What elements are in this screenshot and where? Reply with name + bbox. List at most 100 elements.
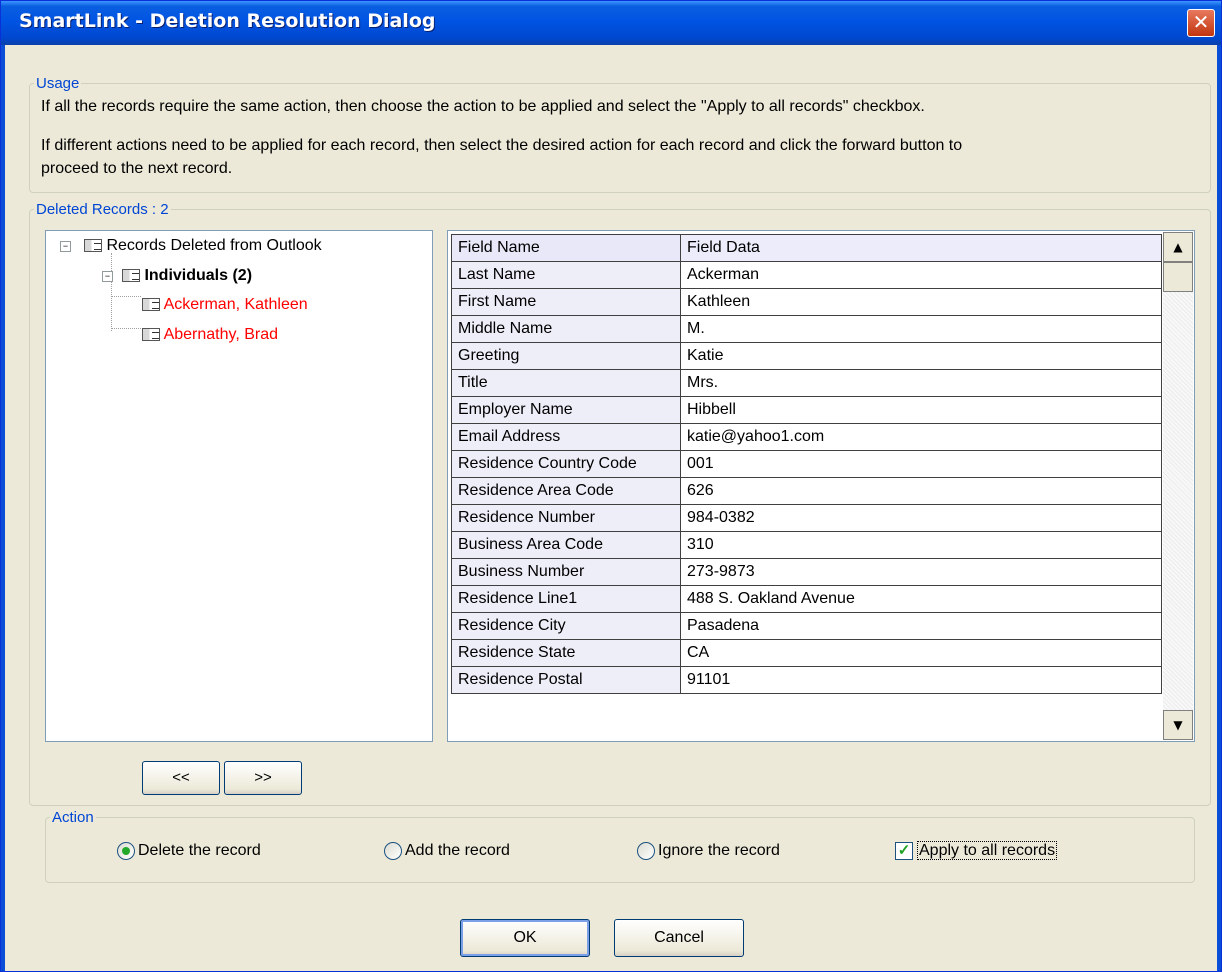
usage-line-2a: If different actions need to be applied … (41, 137, 963, 154)
field-name-cell: Residence Line1 (451, 585, 681, 613)
title-bar[interactable]: SmartLink - Deletion Resolution Dialog ✕ (1, 1, 1221, 45)
tree-line (111, 328, 141, 329)
contact-card-icon (142, 328, 160, 342)
field-name-cell: Residence State (451, 639, 681, 667)
field-name-cell: Residence Postal (451, 666, 681, 694)
delete-record-radio[interactable]: Delete the record (117, 839, 261, 863)
next-record-button[interactable]: >> (224, 761, 302, 795)
field-name-cell: First Name (451, 288, 681, 316)
field-data-cell[interactable]: Hibbell (680, 396, 1162, 424)
add-record-label: Add the record (405, 842, 510, 859)
tree-group-label: Individuals (2) (144, 267, 253, 284)
tree-line (111, 253, 112, 331)
field-data-cell[interactable]: 273-9873 (680, 558, 1162, 586)
field-data-cell[interactable]: Kathleen (680, 288, 1162, 316)
column-header-field-name[interactable]: Field Name (451, 234, 681, 262)
tree-node-record[interactable]: Abernathy, Brad (142, 324, 278, 346)
collapse-icon[interactable]: − (60, 241, 71, 252)
action-legend: Action (52, 809, 94, 826)
records-tree[interactable]: − Records Deleted from Outlook − Individ… (45, 230, 433, 742)
table-row[interactable]: Residence Line1 488 S. Oakland Avenue (451, 585, 1162, 613)
field-name-cell: Residence City (451, 612, 681, 640)
table-row[interactable]: Residence City Pasadena (451, 612, 1162, 640)
apply-all-checkbox[interactable]: ✓ Apply to all records (895, 839, 1058, 863)
table-row[interactable]: Business Area Code 310 (451, 531, 1162, 559)
contact-card-icon (122, 269, 140, 283)
deleted-records-legend: Deleted Records : 2 (36, 201, 169, 218)
tree-line (111, 296, 141, 297)
window-title: SmartLink - Deletion Resolution Dialog (19, 10, 436, 32)
field-name-cell: Email Address (451, 423, 681, 451)
vertical-scrollbar[interactable]: ▲ ▼ (1163, 232, 1193, 740)
radio-icon (637, 841, 655, 860)
table-row[interactable]: Residence Area Code 626 (451, 477, 1162, 505)
contact-card-icon (84, 239, 102, 253)
field-name-cell: Residence Country Code (451, 450, 681, 478)
tree-node-record[interactable]: Ackerman, Kathleen (142, 294, 308, 316)
cancel-button[interactable]: Cancel (614, 919, 744, 957)
field-data-cell[interactable]: 310 (680, 531, 1162, 559)
table-header-row: Field Name Field Data (451, 234, 1162, 262)
field-data-cell[interactable]: CA (680, 639, 1162, 667)
field-name-cell: Residence Area Code (451, 477, 681, 505)
checkbox-checked-icon: ✓ (895, 841, 913, 860)
tree-record-label: Ackerman, Kathleen (163, 296, 308, 313)
field-data-cell[interactable]: 984-0382 (680, 504, 1162, 532)
field-data-cell[interactable]: Mrs. (680, 369, 1162, 397)
field-data-cell[interactable]: M. (680, 315, 1162, 343)
window-border-left (1, 45, 5, 971)
field-name-cell: Employer Name (451, 396, 681, 424)
close-button[interactable]: ✕ (1187, 9, 1215, 37)
field-name-cell: Middle Name (451, 315, 681, 343)
table-row[interactable]: Business Number 273-9873 (451, 558, 1162, 586)
field-data-cell[interactable]: 91101 (680, 666, 1162, 694)
field-name-cell: Business Area Code (451, 531, 681, 559)
field-name-cell: Residence Number (451, 504, 681, 532)
table-row[interactable]: Title Mrs. (451, 369, 1162, 397)
table-row[interactable]: Residence Country Code 001 (451, 450, 1162, 478)
usage-line-2b: proceed to the next record. (41, 160, 233, 177)
add-record-radio[interactable]: Add the record (384, 839, 510, 863)
tree-record-label: Abernathy, Brad (163, 326, 278, 343)
record-fields-grid[interactable]: Field Name Field Data Last Name Ackerman … (447, 230, 1195, 742)
table-row[interactable]: Middle Name M. (451, 315, 1162, 343)
field-name-cell: Business Number (451, 558, 681, 586)
dialog-window: SmartLink - Deletion Resolution Dialog ✕… (0, 0, 1222, 972)
field-data-cell[interactable]: 001 (680, 450, 1162, 478)
field-data-cell[interactable]: 488 S. Oakland Avenue (680, 585, 1162, 613)
field-data-cell[interactable]: 626 (680, 477, 1162, 505)
field-name-cell: Last Name (451, 261, 681, 289)
table-row[interactable]: Residence Postal 91101 (451, 666, 1162, 694)
usage-legend: Usage (36, 75, 80, 92)
tree-root-label: Records Deleted from Outlook (106, 237, 322, 254)
ignore-record-label: Ignore the record (658, 842, 780, 859)
collapse-icon[interactable]: − (102, 271, 113, 282)
arrow-up-icon: ▲ (1173, 240, 1183, 254)
radio-icon (384, 841, 402, 860)
scroll-down-button[interactable]: ▼ (1163, 710, 1193, 740)
field-data-cell[interactable]: Katie (680, 342, 1162, 370)
column-header-field-data[interactable]: Field Data (680, 234, 1162, 262)
scroll-up-button[interactable]: ▲ (1163, 232, 1193, 262)
field-data-cell[interactable]: katie@yahoo1.com (680, 423, 1162, 451)
table-row[interactable]: Email Address katie@yahoo1.com (451, 423, 1162, 451)
table-row[interactable]: Residence State CA (451, 639, 1162, 667)
previous-record-button[interactable]: << (142, 761, 220, 795)
delete-record-label: Delete the record (138, 842, 261, 859)
arrow-down-icon: ▼ (1173, 718, 1183, 732)
field-data-cell[interactable]: Pasadena (680, 612, 1162, 640)
field-data-cell[interactable]: Ackerman (680, 261, 1162, 289)
table-row[interactable]: Last Name Ackerman (451, 261, 1162, 289)
scroll-thumb[interactable] (1163, 262, 1193, 292)
table-row[interactable]: Residence Number 984-0382 (451, 504, 1162, 532)
ignore-record-radio[interactable]: Ignore the record (637, 839, 780, 863)
table-row[interactable]: First Name Kathleen (451, 288, 1162, 316)
apply-all-label: Apply to all records (917, 841, 1058, 860)
field-name-cell: Greeting (451, 342, 681, 370)
table-row[interactable]: Employer Name Hibbell (451, 396, 1162, 424)
ok-button[interactable]: OK (460, 919, 590, 957)
fields-table: Field Name Field Data Last Name Ackerman … (451, 234, 1162, 694)
table-row[interactable]: Greeting Katie (451, 342, 1162, 370)
contact-card-icon (142, 298, 160, 312)
field-name-cell: Title (451, 369, 681, 397)
